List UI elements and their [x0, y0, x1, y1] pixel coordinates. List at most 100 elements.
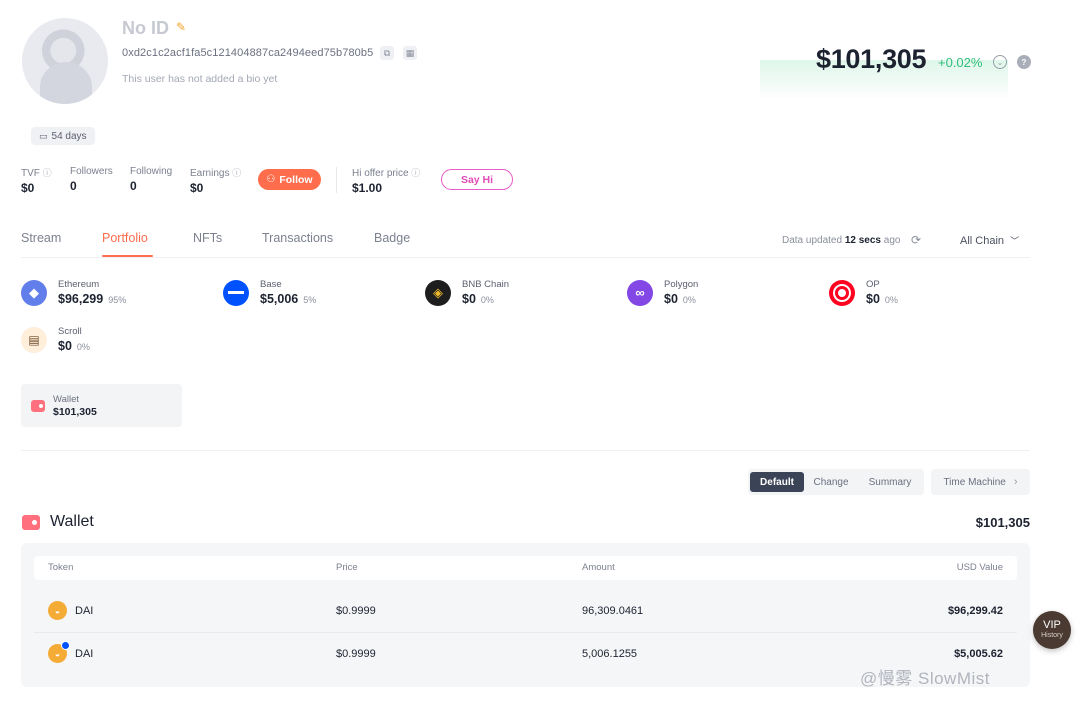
chain-name: Scroll: [58, 326, 82, 337]
header-usd-value: USD Value: [956, 562, 1003, 573]
header-price: Price: [336, 562, 358, 573]
token-symbol: DAI: [75, 647, 94, 660]
ethereum-icon: ◆: [21, 279, 47, 306]
info-icon[interactable]: ⓘ: [43, 168, 52, 178]
token-price: $0.9999: [336, 605, 376, 617]
chain-filter-dropdown[interactable]: All Chain ﹀: [960, 234, 1019, 247]
chain-percent: 0%: [76, 342, 90, 352]
tab-badge[interactable]: Badge: [374, 231, 410, 245]
stat-earnings-label: Earnings: [190, 168, 230, 179]
chain-value: $0: [866, 292, 880, 306]
chain-item-bnb[interactable]: ◈ BNB Chain $0 0%: [425, 279, 509, 306]
dai-token-icon: ◒: [48, 641, 70, 663]
header-token: Token: [48, 562, 74, 573]
updated-prefix: Data updated: [782, 235, 843, 246]
stat-followers[interactable]: Followers 0: [70, 166, 113, 193]
account-age-badge: ▭ 54 days: [31, 127, 95, 145]
wallet-summary-card[interactable]: [21, 384, 182, 427]
chain-value: $0: [58, 339, 72, 353]
stat-following[interactable]: Following 0: [130, 166, 172, 193]
avatar: [22, 18, 108, 104]
user-icon: ⚇: [266, 174, 276, 185]
follow-button-label: Follow: [279, 173, 313, 186]
stat-followers-value: 0: [70, 179, 77, 193]
tabs-divider: [21, 257, 1030, 258]
wallet-card-label: Wallet: [53, 394, 80, 405]
chain-item-polygon[interactable]: ∞ Polygon $0 0%: [627, 279, 698, 306]
table-row[interactable]: ◒ DAI: [48, 641, 94, 663]
section-total: $101,305: [975, 515, 1030, 530]
updated-suffix: ago: [883, 235, 901, 246]
help-icon[interactable]: ?: [1017, 55, 1031, 69]
polygon-icon: ∞: [627, 279, 653, 306]
token-amount: 96,309.0461: [582, 605, 644, 617]
tab-portfolio[interactable]: Portfolio: [102, 231, 148, 245]
hi-offer-label: Hi offer price: [352, 168, 409, 179]
chevron-down-icon: ﹀: [1010, 236, 1020, 246]
wallet-address: 0xd2c1c2acf1fa5c121404887ca2494eed75b780…: [122, 47, 374, 59]
chain-item-base[interactable]: Base $5,006 5%: [223, 279, 316, 306]
profile-name: No ID: [122, 18, 169, 38]
chain-item-ethereum[interactable]: ◆ Ethereum $96,299 95%: [21, 279, 126, 306]
view-summary-button[interactable]: Summary: [860, 472, 920, 492]
divider: [336, 167, 337, 193]
scroll-icon: ▤: [21, 326, 47, 353]
bnb-icon: ◈: [425, 279, 451, 306]
table-header: [34, 556, 1017, 580]
token-price: $0.9999: [336, 648, 376, 660]
chain-value: $5,006: [260, 292, 299, 306]
vip-history-button[interactable]: VIP History: [1033, 611, 1071, 649]
chain-name: Polygon: [664, 279, 699, 290]
tab-stream[interactable]: Stream: [21, 231, 61, 245]
chain-filter-label: All Chain: [960, 235, 1005, 247]
stat-tvf: TVF ⓘ $0: [21, 166, 52, 195]
chain-item-scroll[interactable]: ▤ Scroll $0 0%: [21, 326, 90, 353]
updated-time: 12 secs: [844, 235, 881, 246]
refresh-icon[interactable]: ⟳: [911, 233, 921, 247]
chain-value: $96,299: [58, 292, 104, 306]
stat-earnings: Earnings ⓘ $0: [190, 166, 241, 195]
copy-icon[interactable]: ⧉: [380, 46, 394, 60]
account-age-label: 54 days: [51, 130, 87, 142]
chevron-right-icon: ›: [1013, 476, 1018, 488]
stat-following-label: Following: [130, 166, 173, 177]
info-icon[interactable]: ⓘ: [411, 168, 420, 178]
header-amount: Amount: [582, 562, 615, 573]
chevron-down-icon[interactable]: ⌄: [993, 55, 1007, 69]
op-icon: [829, 279, 855, 306]
data-updated-status: Data updated 12 secs ago: [782, 235, 900, 246]
net-worth-value: $101,305: [816, 44, 927, 74]
active-tab-indicator: [102, 255, 153, 257]
edit-name-icon[interactable]: ✎: [176, 20, 186, 34]
time-machine-button[interactable]: Time Machine ›: [931, 469, 1030, 495]
info-icon[interactable]: ⓘ: [232, 168, 241, 178]
chain-item-op[interactable]: OP $0 0%: [829, 279, 898, 306]
profile-bio: This user has not added a bio yet: [122, 73, 278, 85]
vip-sub-label: History: [1041, 632, 1063, 639]
watermark: @慢雾 SlowMist: [860, 669, 990, 688]
follow-button[interactable]: ⚇ Follow: [258, 169, 321, 190]
qr-code-icon[interactable]: ▦: [403, 46, 417, 60]
chain-percent: 95%: [108, 295, 127, 305]
stat-hi-offer: Hi offer price ⓘ $1.00: [352, 166, 420, 195]
view-default-button[interactable]: Default: [750, 472, 804, 492]
table-row[interactable]: ◒ DAI: [48, 601, 93, 620]
chain-percent: 0%: [682, 295, 696, 305]
tab-transactions[interactable]: Transactions: [262, 231, 333, 245]
chain-value: $0: [462, 292, 476, 306]
net-worth-change: +0.02%: [938, 55, 983, 70]
stat-tvf-value: $0: [21, 181, 35, 195]
dai-token-icon: ◒: [48, 601, 67, 620]
tab-nfts[interactable]: NFTs: [193, 231, 222, 245]
say-hi-button[interactable]: Say Hi: [441, 169, 513, 190]
base-chain-badge-icon: [61, 641, 70, 650]
chain-name: Base: [260, 279, 282, 290]
chain-percent: 5%: [303, 295, 317, 305]
base-icon: [223, 279, 249, 306]
vip-label: VIP: [1043, 619, 1061, 631]
token-usd-value: $5,005.62: [954, 648, 1003, 660]
wallet-icon: [31, 400, 45, 412]
token-usd-value: $96,299.42: [947, 605, 1003, 617]
view-change-button[interactable]: Change: [806, 472, 856, 492]
wallet-icon: [22, 515, 40, 530]
